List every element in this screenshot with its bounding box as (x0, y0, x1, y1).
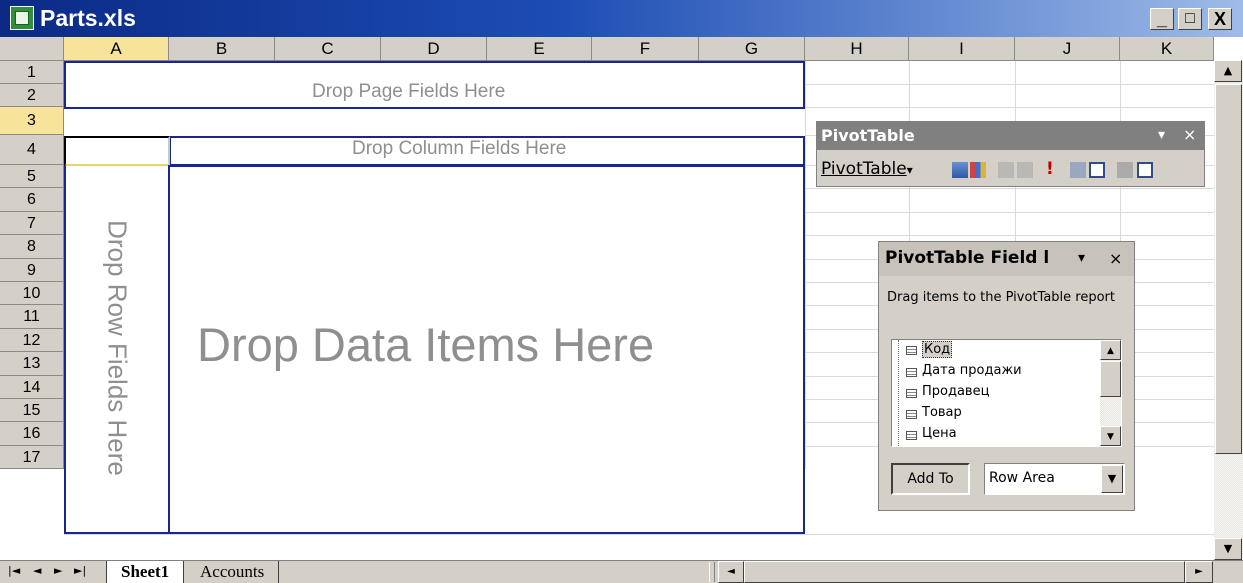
hide-detail-icon[interactable] (998, 162, 1014, 178)
toolbar-options-icon[interactable]: ▾ (1158, 127, 1165, 143)
column-header-h[interactable]: H (805, 37, 909, 61)
row-header-4[interactable]: 4 (0, 135, 64, 165)
field-list-options-icon[interactable]: ▾ (1078, 250, 1085, 266)
row-header-10[interactable]: 10 (0, 282, 64, 305)
column-header-a[interactable]: A (64, 37, 169, 61)
column-header-g[interactable]: G (699, 37, 805, 61)
field-icon (906, 389, 917, 398)
show-detail-icon[interactable] (1017, 162, 1033, 178)
pivottable-field-list[interactable]: PivotTable Field l ▾ × Drag items to the… (878, 241, 1135, 511)
always-display-items-icon[interactable] (1089, 162, 1105, 178)
field-item-seller[interactable]: Продавец (922, 384, 989, 399)
pivottable-toolbar[interactable]: PivotTable ▾ × PivotTable▾ ! (816, 121, 1205, 187)
row-header-2[interactable]: 2 (0, 84, 64, 107)
field-list-scroll-thumb[interactable] (1100, 361, 1121, 397)
field-icon (906, 368, 917, 377)
include-hidden-items-icon[interactable] (1070, 162, 1086, 178)
pivottable-menu-button[interactable]: PivotTable▾ (821, 159, 913, 179)
prev-sheet-icon[interactable]: ◄ (33, 564, 41, 577)
drop-row-fields-label: Drop Row Fields Here (102, 220, 133, 476)
row-header-11[interactable]: 11 (0, 305, 64, 329)
drop-page-fields-label: Drop Page Fields Here (312, 81, 506, 102)
window-title-bar[interactable]: Parts.xls _ □ X (0, 0, 1243, 37)
next-sheet-icon[interactable]: ► (54, 564, 62, 577)
chevron-down-icon[interactable]: ▼ (1101, 465, 1123, 493)
field-list-scroll-up[interactable]: ▲ (1100, 340, 1121, 360)
tab-split-handle[interactable] (709, 562, 715, 582)
horizontal-scroll-thumb[interactable] (744, 561, 1185, 583)
refresh-data-icon[interactable]: ! (1046, 159, 1054, 179)
first-sheet-icon[interactable]: |◄ (8, 564, 20, 577)
column-header-d[interactable]: D (381, 37, 487, 61)
pivottable-toolbar-titlebar[interactable]: PivotTable ▾ × (817, 122, 1204, 150)
drop-data-items-label: Drop Data Items Here (197, 318, 655, 371)
row-header-16[interactable]: 16 (0, 422, 64, 446)
column-header-f[interactable]: F (592, 37, 699, 61)
sheet-tab-sheet1[interactable]: Sheet1 (106, 561, 185, 583)
field-item-price[interactable]: Цена (922, 426, 957, 441)
row-header-14[interactable]: 14 (0, 376, 64, 399)
field-settings-icon[interactable] (1117, 162, 1133, 178)
excel-icon[interactable] (10, 6, 34, 30)
close-button[interactable]: X (1208, 8, 1232, 30)
window-title: Parts.xls (40, 5, 136, 31)
row-header-17[interactable]: 17 (0, 446, 64, 469)
drop-column-fields-label: Drop Column Fields Here (352, 138, 567, 159)
column-header-j[interactable]: J (1015, 37, 1120, 61)
field-item-product[interactable]: Товар (922, 405, 962, 420)
tree-line (898, 340, 900, 446)
sheet-tab-bar: |◄ ◄ ► ►| Sheet1 Accounts ◄ ► (0, 560, 1243, 583)
gridline (805, 61, 806, 469)
field-list-instructions: Drag items to the PivotTable report (887, 290, 1115, 305)
toolbar-close-icon[interactable]: × (1183, 125, 1196, 144)
row-header-5[interactable]: 5 (0, 165, 64, 188)
scroll-up-button[interactable]: ▲ (1214, 60, 1242, 82)
field-list-scroll-down[interactable]: ▼ (1100, 426, 1121, 446)
scroll-left-button[interactable]: ◄ (718, 561, 744, 583)
sheet-tab-accounts[interactable]: Accounts (186, 561, 280, 583)
field-item-kod[interactable]: Код (922, 341, 953, 358)
row-header-3[interactable]: 3 (0, 107, 64, 135)
chart-wizard-icon[interactable] (970, 162, 986, 178)
vertical-scroll-thumb[interactable] (1215, 84, 1242, 454)
format-report-icon[interactable] (952, 162, 968, 178)
pivottable-menu-label: PivotTable (821, 159, 907, 179)
column-header-e[interactable]: E (487, 37, 592, 61)
field-list-close-icon[interactable]: × (1109, 249, 1122, 268)
area-select-value: Row Area (989, 470, 1055, 486)
field-list-header[interactable]: PivotTable Field l ▾ × (879, 242, 1134, 276)
show-field-list-icon[interactable] (1137, 162, 1153, 178)
field-item-sale-date[interactable]: Дата продажи (922, 363, 1022, 378)
row-header-13[interactable]: 13 (0, 352, 64, 376)
field-icon (906, 431, 917, 440)
row-header-12[interactable]: 12 (0, 329, 64, 352)
field-icon (906, 346, 917, 355)
row-header-9[interactable]: 9 (0, 259, 64, 282)
selected-cell-a3[interactable] (64, 136, 170, 166)
maximize-button[interactable]: □ (1178, 8, 1202, 30)
area-select[interactable]: Row Area ▼ (984, 463, 1125, 495)
scroll-right-button[interactable]: ► (1185, 561, 1213, 583)
field-list-title: PivotTable Field l (885, 248, 1050, 268)
row-header-8[interactable]: 8 (0, 235, 64, 259)
scroll-down-button[interactable]: ▼ (1214, 538, 1242, 560)
row-header-15[interactable]: 15 (0, 399, 64, 422)
row-header-1[interactable]: 1 (0, 61, 64, 84)
field-icon (906, 410, 917, 419)
row-header-6[interactable]: 6 (0, 188, 64, 212)
column-header-c[interactable]: C (275, 37, 381, 61)
field-list-box[interactable]: Код Дата продажи Продавец Товар Цена ▲ ▼ (891, 339, 1122, 447)
column-header-i[interactable]: I (909, 37, 1015, 61)
chevron-down-icon: ▾ (906, 163, 913, 177)
minimize-button[interactable]: _ (1150, 8, 1174, 30)
select-all-corner[interactable] (0, 37, 64, 61)
last-sheet-icon[interactable]: ►| (74, 564, 86, 577)
column-header-k[interactable]: K (1120, 37, 1214, 61)
add-to-button[interactable]: Add To (891, 463, 970, 495)
gridline (64, 534, 1214, 535)
row-header-7[interactable]: 7 (0, 212, 64, 235)
column-header-b[interactable]: B (169, 37, 275, 61)
pivottable-toolbar-title: PivotTable (821, 126, 915, 145)
